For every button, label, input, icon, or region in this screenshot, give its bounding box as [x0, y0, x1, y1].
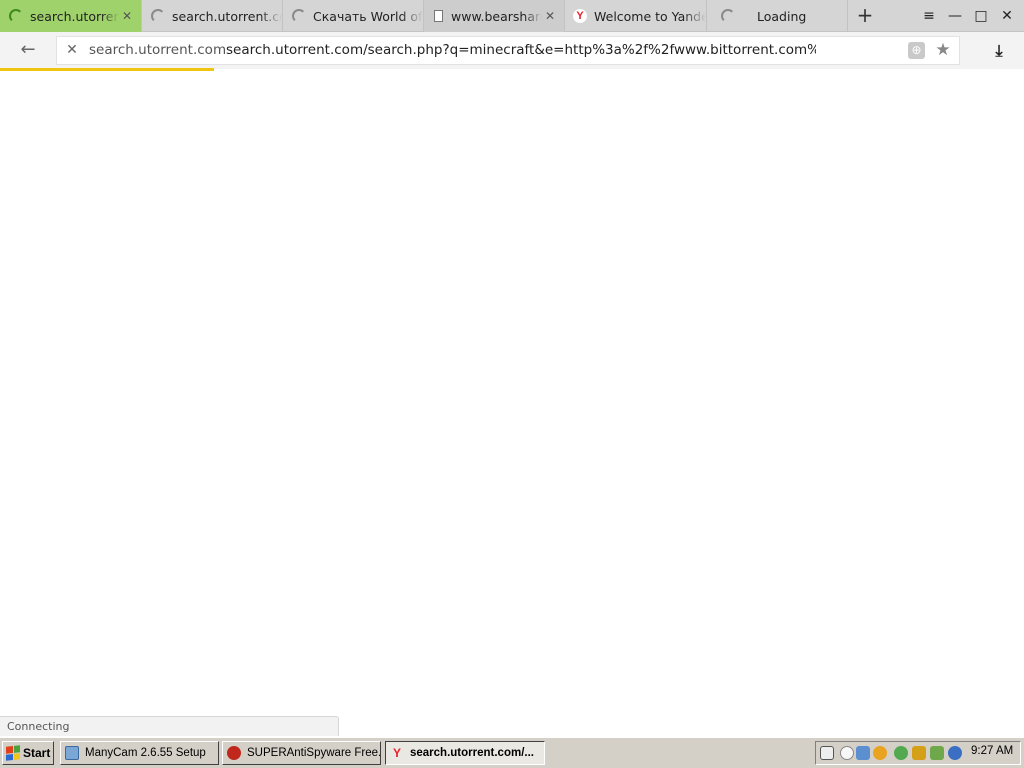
superantispyware-icon	[227, 746, 241, 760]
browser-toolbar: ← ✕ search.utorrent.com search.utorrent.…	[0, 32, 1024, 69]
tab-label: Loading	[757, 8, 807, 24]
tab-search-utorrent[interactable]: search.utorrent.com	[142, 0, 283, 32]
tab-label: Welcome to Yandex	[594, 8, 706, 24]
address-domain: search.utorrent.com	[89, 42, 227, 58]
tab-label: Скачать World of Tanks	[313, 8, 423, 24]
antivirus-icon[interactable]	[873, 746, 887, 760]
app-tray-icon[interactable]	[948, 746, 962, 760]
taskbar-item-label: SUPERAntiSpyware Free...	[247, 747, 381, 759]
network-icon[interactable]	[856, 746, 870, 760]
minimize-icon[interactable]: —	[945, 6, 965, 26]
new-tab-button[interactable]: +	[853, 4, 877, 28]
download-icon[interactable]: ⤓	[988, 40, 1010, 62]
utorrent-icon[interactable]	[894, 746, 908, 760]
system-tray: 9:27 AM	[815, 741, 1021, 765]
stop-loading-icon[interactable]: ✕	[63, 41, 81, 59]
tab-search-utorrent-active[interactable]: search.utorrent.com ✕	[0, 0, 142, 32]
tab-world-of-tanks[interactable]: Скачать World of Tanks	[283, 0, 424, 32]
start-button[interactable]: Start	[2, 741, 54, 765]
tab-label: search.utorrent.com	[172, 8, 282, 24]
maximize-icon[interactable]: □	[971, 6, 991, 26]
tab-label: search.utorrent.com	[30, 8, 119, 24]
updates-icon[interactable]	[930, 746, 944, 760]
loading-spinner-icon	[721, 9, 735, 23]
menu-icon[interactable]: ≡	[919, 6, 939, 26]
windows-logo-icon	[6, 745, 20, 761]
clock[interactable]: 9:27 AM	[971, 745, 1013, 757]
address-bar[interactable]: ✕ search.utorrent.com search.utorrent.co…	[56, 36, 960, 65]
tab-yandex[interactable]: Y Welcome to Yandex	[565, 0, 707, 32]
address-url[interactable]: search.utorrent.com/search.php?q=minecra…	[226, 42, 816, 58]
taskbar-item-label: ManyCam 2.6.55 Setup	[85, 747, 206, 759]
bookmark-star-icon[interactable]: ★	[933, 40, 953, 60]
yandex-icon: Y	[392, 746, 401, 760]
taskbar-item-manycam[interactable]: ManyCam 2.6.55 Setup	[60, 741, 219, 765]
keyboard-icon[interactable]	[820, 746, 834, 760]
taskbar-item-superantispyware[interactable]: SUPERAntiSpyware Free...	[222, 741, 381, 765]
close-tab-icon[interactable]: ✕	[119, 9, 135, 23]
volume-icon[interactable]	[840, 746, 854, 760]
close-tab-icon[interactable]: ✕	[542, 9, 558, 23]
page-content	[0, 71, 1024, 716]
loading-spinner-icon	[151, 9, 165, 23]
tab-bearshare[interactable]: www.bearshare.com ✕	[424, 0, 565, 32]
status-bubble: Connecting	[0, 716, 339, 736]
taskbar-item-yandex-browser[interactable]: Y search.utorrent.com/...	[385, 741, 545, 765]
tab-strip: search.utorrent.com ✕ search.utorrent.co…	[0, 0, 1024, 32]
close-window-icon[interactable]: ✕	[997, 6, 1017, 26]
start-label: Start	[23, 746, 51, 760]
loading-spinner-icon	[292, 9, 306, 23]
security-shield-icon[interactable]	[912, 746, 926, 760]
translate-icon[interactable]: ⊕	[908, 42, 925, 59]
tab-label: www.bearshare.com	[451, 8, 542, 24]
loading-spinner-icon	[9, 9, 23, 23]
manycam-icon	[65, 746, 79, 760]
document-icon	[434, 10, 443, 22]
yandex-icon: Y	[573, 9, 587, 23]
taskbar-item-label: search.utorrent.com/...	[410, 747, 534, 759]
back-arrow-icon[interactable]: ←	[16, 38, 40, 62]
windows-taskbar: Start ManyCam 2.6.55 Setup SUPERAntiSpyw…	[0, 736, 1024, 768]
tab-loading[interactable]: Loading	[707, 0, 848, 32]
